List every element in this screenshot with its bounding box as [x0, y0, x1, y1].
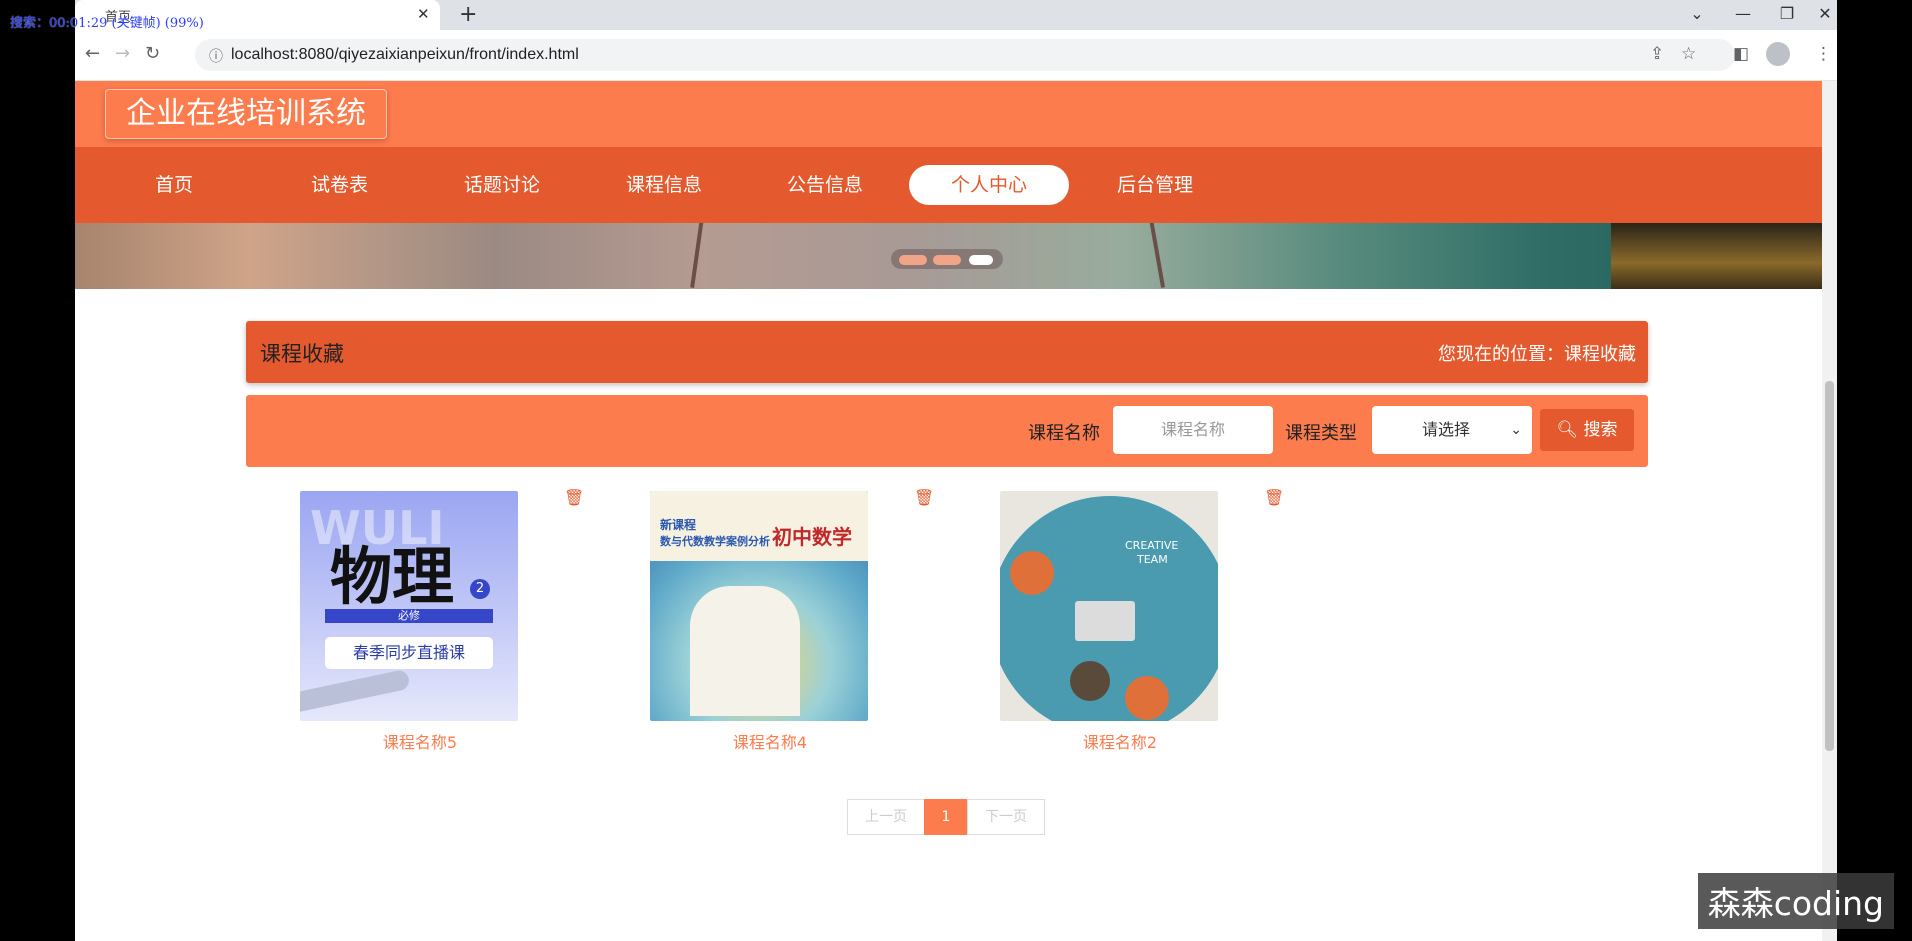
cover-subtitle: 必修: [325, 609, 493, 623]
watermark: 森森coding: [1697, 873, 1894, 929]
search-icon: 🔍︎: [1556, 420, 1579, 440]
banner-carousel[interactable]: [75, 223, 1822, 289]
person-illustration: [1125, 676, 1169, 720]
recording-overlay: 搜索：00:01:29 (关键帧) (99%): [10, 16, 204, 31]
site-header: 企业在线培训系统: [75, 81, 1822, 147]
close-tab-icon[interactable]: ✕: [417, 5, 430, 23]
main-nav: 首页 试卷表 话题讨论 课程信息 公告信息 个人中心 后台管理: [75, 147, 1822, 223]
course-type-label: 课程类型: [1285, 423, 1357, 444]
number-one-illustration: [690, 586, 800, 716]
web-page: 企业在线培训系统 首页 试卷表 话题讨论 课程信息 公告信息 个人中心 后台管理…: [75, 81, 1822, 941]
carousel-dot[interactable]: [933, 255, 961, 265]
carousel-dot-active[interactable]: [969, 255, 993, 265]
url-text[interactable]: localhost:8080/qiyezaixianpeixun/front/i…: [231, 46, 579, 64]
course-cover[interactable]: 新课程 数与代数教学案例分析 初中数学: [650, 491, 868, 721]
nav-item-admin[interactable]: 后台管理: [1117, 171, 1193, 199]
breadcrumb: 您现在的位置：课程收藏: [1438, 344, 1636, 365]
section-title: 课程收藏: [260, 342, 344, 366]
course-name[interactable]: 课程名称2: [1000, 729, 1240, 753]
back-icon[interactable]: ←: [85, 43, 100, 64]
more-menu-icon[interactable]: ⋮: [1815, 44, 1832, 64]
course-name[interactable]: 课程名称4: [650, 729, 890, 753]
chevron-down-icon: ⌄: [1510, 422, 1522, 438]
delete-icon[interactable]: 🗑︎: [914, 488, 934, 507]
window-close-icon[interactable]: ✕: [1815, 4, 1835, 23]
cover-subtitle: 数与代数教学案例分析: [660, 535, 770, 548]
cover-tag: 新课程: [660, 518, 697, 532]
cover-title: 初中数学: [772, 525, 852, 549]
search-button-label: 搜索: [1583, 420, 1618, 440]
minimize-icon[interactable]: —: [1733, 4, 1753, 23]
reload-icon[interactable]: ↻: [145, 43, 160, 64]
next-page-button[interactable]: 下一页: [967, 799, 1045, 835]
carousel-indicators: [891, 249, 1003, 269]
airplane-image: [300, 668, 411, 714]
browser-toolbar: ← → ↻ ⓘ localhost:8080/qiyezaixianpeixun…: [75, 30, 1837, 81]
site-logo[interactable]: 企业在线培训系统: [105, 89, 387, 139]
bookmark-star-icon[interactable]: ☆: [1681, 44, 1696, 64]
delete-icon[interactable]: 🗑︎: [564, 488, 584, 507]
site-info-icon[interactable]: ⓘ: [209, 46, 223, 66]
cover-badge: 2: [470, 579, 490, 599]
cover-title: CREATIVE: [1125, 539, 1179, 552]
course-cover[interactable]: WULI 物理 2 必修 春季同步直播课: [300, 491, 518, 721]
nav-item-notices[interactable]: 公告信息: [787, 171, 863, 199]
course-type-value: 请选择: [1422, 420, 1471, 439]
search-button[interactable]: 🔍︎ 搜索: [1540, 409, 1634, 451]
section-header: 课程收藏 您现在的位置：课程收藏: [246, 321, 1648, 383]
sidebar-icon[interactable]: ◧: [1733, 44, 1749, 64]
course-type-select[interactable]: 请选择 ⌄: [1372, 406, 1532, 454]
course-name-input[interactable]: 课程名称: [1113, 406, 1273, 454]
scroll-thumb[interactable]: [1825, 381, 1834, 751]
prev-page-button[interactable]: 上一页: [847, 799, 925, 835]
cover-course: 春季同步直播课: [325, 637, 493, 669]
carousel-dot[interactable]: [899, 255, 927, 265]
profile-avatar[interactable]: [1766, 42, 1790, 66]
course-cover[interactable]: CREATIVE TEAM: [1000, 491, 1218, 721]
nav-item-courses[interactable]: 课程信息: [626, 171, 702, 199]
delete-icon[interactable]: 🗑︎: [1264, 488, 1284, 507]
course-name[interactable]: 课程名称5: [300, 729, 540, 753]
new-tab-icon[interactable]: +: [459, 2, 477, 27]
tab-search-chevron-icon[interactable]: ⌄: [1687, 4, 1707, 23]
address-bar[interactable]: ⓘ localhost:8080/qiyezaixianpeixun/front…: [195, 39, 1735, 71]
banner-decoration: [690, 223, 704, 288]
course-name-label: 课程名称: [1028, 423, 1100, 444]
nav-item-profile[interactable]: 个人中心: [909, 165, 1069, 205]
browser-window: 首页 ✕ + ⌄ — ❐ ✕ ← → ↻ ⓘ localhost:8080/qi…: [75, 0, 1837, 941]
laptop-illustration: [1075, 601, 1135, 641]
person-illustration: [1070, 661, 1110, 701]
page-number-button[interactable]: 1: [924, 799, 968, 835]
cover-title: 物理: [330, 540, 455, 613]
banner-next-slide: [1611, 223, 1822, 289]
search-bar: 课程名称 课程名称 课程类型 请选择 ⌄ 🔍︎ 搜索: [246, 395, 1648, 467]
page-scrollbar[interactable]: [1822, 81, 1837, 941]
nav-item-discussion[interactable]: 话题讨论: [464, 171, 540, 199]
forward-icon[interactable]: →: [115, 43, 130, 64]
person-illustration: [1010, 551, 1054, 595]
cover-subtitle: TEAM: [1137, 553, 1168, 566]
banner-decoration: [1148, 223, 1166, 288]
share-icon[interactable]: ⇪: [1650, 44, 1664, 64]
restore-icon[interactable]: ❐: [1777, 4, 1797, 23]
nav-item-home[interactable]: 首页: [155, 171, 193, 199]
nav-item-exam[interactable]: 试卷表: [311, 171, 368, 199]
tab-strip: 首页 ✕ + ⌄ — ❐ ✕: [75, 0, 1837, 30]
